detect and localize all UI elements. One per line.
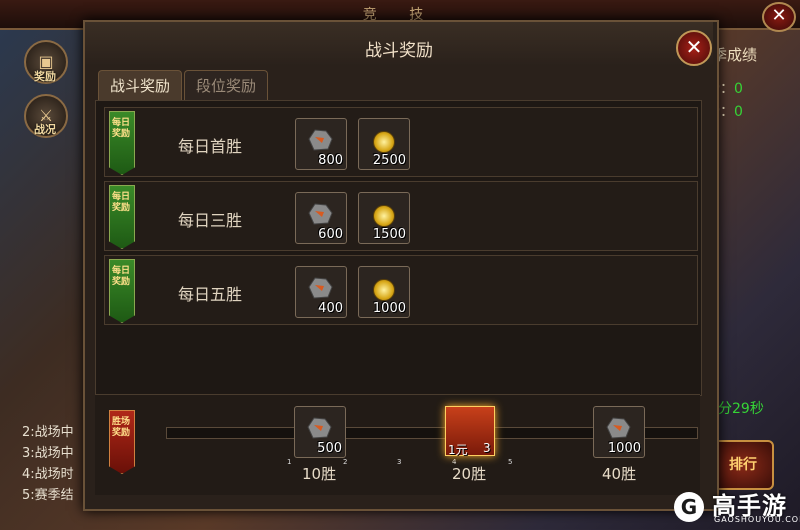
watermark-url: GAOSHOUYOU.COM <box>714 515 800 524</box>
reward-row-label: 每日三胜 <box>178 211 243 230</box>
tick-label: 3 <box>397 458 402 466</box>
left-info-list: 2:战场中 3:战场中 4:战场时 5:赛季结 <box>22 422 86 522</box>
screen-close-icon[interactable]: ✕ <box>762 2 796 32</box>
daily-reward-banner-label: 每日奖励 <box>111 118 130 139</box>
milestone-label: 10胜 <box>302 465 337 483</box>
daily-reward-banner-label: 每日奖励 <box>111 266 130 287</box>
reward-quantity: 1000 <box>372 301 406 316</box>
tick-label: 2 <box>343 458 348 466</box>
coin-icon <box>373 205 395 227</box>
tab-battle-reward[interactable]: 战斗奖励 <box>98 70 182 101</box>
reward-quantity: 3 <box>483 441 491 455</box>
coin-icon <box>373 131 395 153</box>
win-reward-banner-label: 胜场奖励 <box>111 417 130 438</box>
side-button-label-reward: 奖励 <box>34 70 56 83</box>
reward-quantity: 800 <box>318 153 343 168</box>
list-item: 4:战场时 <box>22 467 74 482</box>
tick-label: 1 <box>287 458 292 466</box>
tab-rank-reward[interactable]: 段位奖励 <box>184 70 268 101</box>
reward-quantity: 1500 <box>372 227 406 242</box>
reward-quantity: 600 <box>318 227 343 242</box>
reward-row-label: 每日五胜 <box>178 285 243 304</box>
reward-quantity: 1000 <box>607 441 641 456</box>
milestone-label: 40胜 <box>602 465 637 483</box>
ore-icon <box>308 277 333 299</box>
reward-row-label: 每日首胜 <box>178 137 243 156</box>
milestone-label: 20胜 <box>452 465 487 483</box>
ore-icon <box>307 417 332 439</box>
modal-title: 战斗奖励 <box>365 41 433 61</box>
countdown-timer: 分29秒 <box>718 401 764 417</box>
close-icon[interactable]: ✕ <box>676 30 712 66</box>
list-item: 2:战场中 <box>22 425 74 440</box>
side-button-label-status: 战况 <box>34 123 56 136</box>
watermark-logo: G <box>674 492 704 522</box>
reward-quantity: 400 <box>318 301 343 316</box>
coin-icon <box>373 279 395 301</box>
ranking-button[interactable]: 排行 <box>712 440 774 490</box>
daily-reward-banner-label: 每日奖励 <box>111 192 130 213</box>
list-item: 5:赛季结 <box>22 488 74 503</box>
list-item: 3:战场中 <box>22 446 74 461</box>
tick-label: 5 <box>508 458 513 466</box>
ore-icon <box>606 417 631 439</box>
ore-icon <box>308 129 333 151</box>
reward-quantity: 2500 <box>372 153 406 168</box>
ore-icon <box>308 203 333 225</box>
reward-quantity: 1元 <box>448 443 468 457</box>
reward-quantity: 500 <box>317 441 342 456</box>
